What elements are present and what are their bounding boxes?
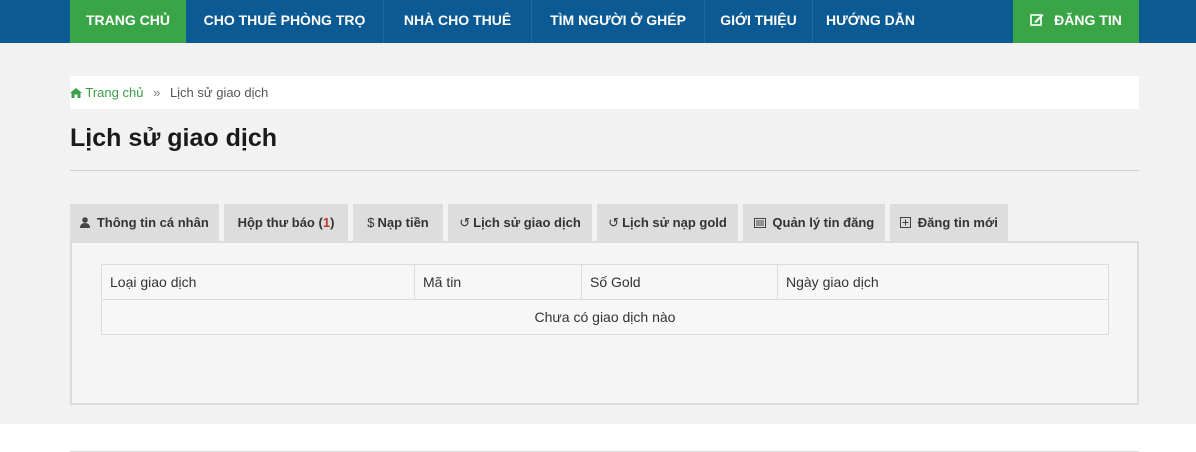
top-navbar: TRANG CHỦ CHO THUÊ PHÒNG TRỌ NHÀ CHO THU… <box>0 0 1196 43</box>
tab-transaction-history[interactable]: ↺ Lịch sử giao dịch <box>448 204 592 241</box>
breadcrumb: Trang chủ » Lịch sử giao dịch <box>70 76 1139 109</box>
nav-home[interactable]: TRANG CHỦ <box>70 0 186 43</box>
nav-rooms-for-rent[interactable]: CHO THUÊ PHÒNG TRỌ <box>186 0 384 43</box>
breadcrumb-current: Lịch sử giao dịch <box>169 85 269 100</box>
dollar-icon: $ <box>367 215 375 230</box>
tab-new-listing[interactable]: Đăng tin mới <box>890 204 1008 241</box>
nav-find-roommate[interactable]: TÌM NGƯỜI Ở GHÉP <box>532 0 705 43</box>
breadcrumb-home-link[interactable]: Trang chủ <box>70 85 147 100</box>
tab-top-up[interactable]: $ Nạp tiền <box>353 204 443 241</box>
column-header-gold-amount: Số Gold <box>581 264 778 300</box>
column-header-transaction-type: Loại giao dịch <box>101 264 415 300</box>
tab-personal-info[interactable]: Thông tin cá nhân <box>70 204 219 241</box>
column-header-listing-id: Mã tin <box>414 264 582 300</box>
page-title: Lịch sử giao dịch <box>70 124 278 152</box>
table-header-row: Loại giao dịch Mã tin Số Gold Ngày giao … <box>101 264 1109 300</box>
tab-content-panel: Loại giao dịch Mã tin Số Gold Ngày giao … <box>70 241 1139 405</box>
plus-square-icon <box>900 215 915 230</box>
user-icon <box>80 215 94 230</box>
list-icon <box>753 215 770 230</box>
tab-inbox[interactable]: Hộp thư báo (1) <box>224 204 348 241</box>
inbox-count-badge: 1 <box>322 215 331 230</box>
nav-houses-for-rent[interactable]: NHÀ CHO THUÊ <box>384 0 532 43</box>
empty-message: Chưa có giao dịch nào <box>101 299 1109 335</box>
nav-guide[interactable]: HƯỚNG DẪN <box>813 0 928 43</box>
nav-about[interactable]: GIỚI THIỆU <box>705 0 813 43</box>
history-icon: ↺ <box>459 215 471 230</box>
home-icon <box>70 85 85 100</box>
table-row: Chưa có giao dịch nào <box>101 299 1109 335</box>
column-header-transaction-date: Ngày giao dịch <box>777 264 1109 300</box>
tab-gold-history[interactable]: ↺ Lịch sử nạp gold <box>597 204 738 241</box>
page-footer-area <box>0 424 1196 452</box>
history-icon: ↺ <box>608 215 620 230</box>
edit-icon <box>1030 0 1044 41</box>
post-listing-button[interactable]: ĐĂNG TIN <box>1013 0 1139 43</box>
tab-manage-listings[interactable]: Quản lý tin đăng <box>743 204 885 241</box>
breadcrumb-separator: » <box>153 85 161 100</box>
title-divider <box>70 170 1139 171</box>
transaction-table: Loại giao dịch Mã tin Số Gold Ngày giao … <box>101 264 1109 335</box>
